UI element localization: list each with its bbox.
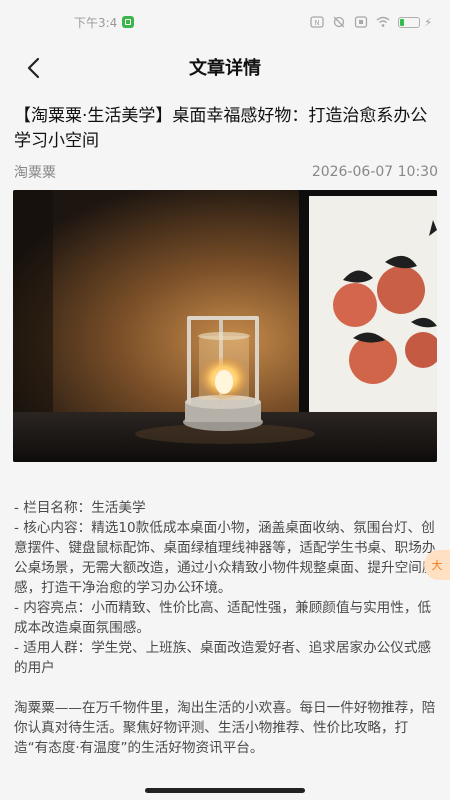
sim-icon — [355, 16, 368, 28]
back-button[interactable] — [18, 52, 50, 84]
article-author[interactable]: 淘粟粟 — [14, 162, 56, 182]
article-datetime: 2026-06-07 10:30 — [311, 164, 438, 180]
status-left: 下午3:4 — [74, 14, 135, 31]
page-title: 文章详情 — [189, 58, 261, 79]
section-highlights: - 内容亮点：小而精致、性价比高、适配性强，兼顾颜值与实用性，低成本改造桌面氛围… — [14, 600, 432, 636]
header: 文章详情 — [0, 44, 450, 90]
chevron-left-icon — [27, 57, 40, 79]
section-audience: - 适用人群：学生党、上班族、桌面改造爱好者、追求居家办公仪式感的用户 — [14, 640, 432, 676]
article-meta: 淘粟粟 2026-06-07 10:30 — [14, 162, 438, 182]
battery-icon — [398, 16, 421, 28]
mute-icon — [333, 16, 345, 28]
floating-action-badge[interactable]: 大 — [424, 550, 450, 580]
battery-level — [400, 18, 405, 26]
home-indicator[interactable] — [145, 788, 305, 793]
section-column: - 栏目名称：生活美学 — [14, 500, 146, 516]
wifi-icon — [376, 16, 390, 27]
status-time: 下午3:4 — [74, 15, 118, 30]
article-body: - 栏目名称：生活美学 - 核心内容：精选10款低成本桌面小物，涵盖桌面收纳、氛… — [14, 498, 442, 758]
article-title: 【淘粟粟·生活美学】桌面幸福感好物：打造治愈系办公学习小空间 — [14, 106, 428, 151]
charging-icon: ⚡ — [424, 15, 432, 29]
status-right: N ⚡ — [310, 16, 432, 29]
svg-text:N: N — [315, 19, 320, 27]
article-image[interactable] — [13, 190, 437, 462]
floating-badge-label: 大 — [431, 559, 443, 572]
status-bar: 下午3:4 N ⚡ — [0, 0, 450, 44]
nfc-icon: N — [310, 16, 324, 28]
notification-badge-icon — [122, 16, 135, 28]
desk-lamp-photo — [13, 190, 437, 462]
section-core: - 核心内容：精选10款低成本桌面小物，涵盖桌面收纳、氛围台灯、创意摆件、键盘鼠… — [14, 520, 436, 596]
closing-paragraph: 淘粟粟——在万千物件里，淘出生活的小欢喜。每日一件好物推荐，陪你认真对待生活。聚… — [14, 700, 436, 756]
